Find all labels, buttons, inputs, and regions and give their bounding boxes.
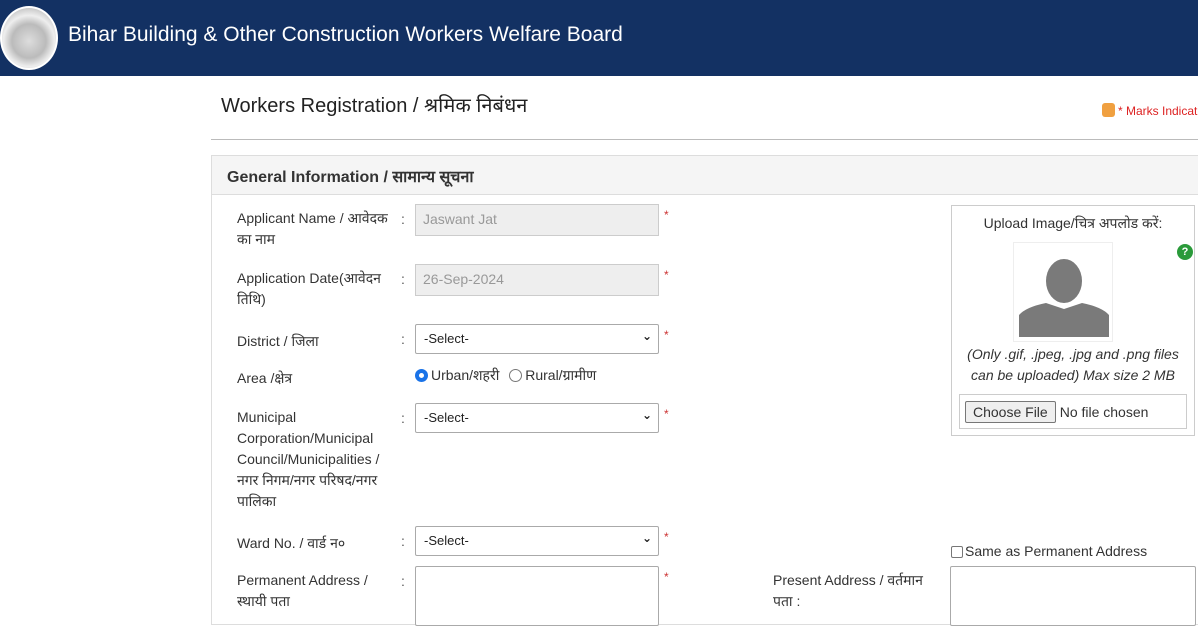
- required-marker: *: [664, 407, 669, 421]
- rural-radio[interactable]: [509, 369, 523, 382]
- upload-image-box: Upload Image/चित्र अपलोड करें: ? (Only .…: [951, 205, 1195, 436]
- municipal-label: Municipal Corporation/Municipal Council/…: [237, 409, 380, 509]
- upload-title: Upload Image/चित्र अपलोड करें:: [983, 215, 1163, 231]
- required-marker: *: [664, 208, 669, 222]
- colon: :: [401, 211, 405, 227]
- area-label: Area /क्षेत्र: [237, 370, 293, 386]
- file-input[interactable]: Choose File No file chosen: [959, 394, 1187, 429]
- chevron-down-icon: ⌄: [641, 329, 652, 343]
- present-address-textarea[interactable]: [950, 566, 1196, 626]
- same-address-label[interactable]: Same as Permanent Address: [965, 543, 1147, 559]
- municipal-value: -Select-: [424, 410, 469, 425]
- help-icon[interactable]: ?: [1177, 244, 1193, 260]
- medal-icon: [1102, 103, 1115, 117]
- colon: :: [401, 271, 405, 287]
- required-marker: *: [664, 570, 669, 584]
- urban-radio[interactable]: [415, 369, 428, 382]
- page-title: Workers Registration / श्रमिक निबंधन: [221, 95, 528, 117]
- application-date-label: Application Date(आवेदन तिथि): [237, 270, 381, 307]
- required-note: * Marks Indicat: [1102, 103, 1197, 118]
- colon: :: [401, 410, 405, 426]
- rural-label[interactable]: Rural/ग्रामीण: [525, 367, 596, 383]
- applicant-name-input[interactable]: Jaswant Jat: [415, 204, 659, 236]
- person-silhouette-icon: [1019, 259, 1109, 337]
- colon: :: [401, 533, 405, 549]
- file-status: No file chosen: [1059, 404, 1149, 420]
- required-marker: *: [664, 328, 669, 342]
- ward-select[interactable]: -Select- ⌄: [415, 526, 659, 556]
- area-radio-group: Urban/शहरी Rural/ग्रामीण: [415, 366, 596, 385]
- upload-note: (Only .gif, .jpeg, .jpg and .png files c…: [967, 346, 1179, 383]
- present-address-label: Present Address / वर्तमान पता :: [773, 572, 923, 609]
- required-marker: *: [664, 268, 669, 282]
- site-title: Bihar Building & Other Construction Work…: [68, 23, 623, 46]
- permanent-address-label: Permanent Address / स्थायी पता: [237, 572, 368, 609]
- ward-label: Ward No. / वार्ड न०: [237, 535, 346, 551]
- same-address-option[interactable]: Same as Permanent Address: [951, 543, 1147, 559]
- required-marker: *: [664, 530, 669, 544]
- district-select[interactable]: -Select- ⌄: [415, 324, 659, 354]
- chevron-down-icon: ⌄: [641, 531, 652, 545]
- avatar-placeholder: [1013, 242, 1113, 342]
- application-date-input[interactable]: 26-Sep-2024: [415, 264, 659, 296]
- urban-label[interactable]: Urban/शहरी: [431, 367, 499, 383]
- section-title: General Information / सामान्य सूचना: [212, 156, 1198, 195]
- choose-file-button[interactable]: Choose File: [965, 401, 1056, 423]
- permanent-address-textarea[interactable]: [415, 566, 659, 626]
- municipal-select[interactable]: -Select- ⌄: [415, 403, 659, 433]
- colon: :: [401, 573, 405, 589]
- district-label: District / जिला: [237, 333, 319, 349]
- same-address-checkbox[interactable]: [951, 546, 963, 558]
- applicant-name-label: Applicant Name / आवेदक का नाम: [237, 210, 388, 247]
- district-value: -Select-: [424, 331, 469, 346]
- site-header: Bihar Building & Other Construction Work…: [0, 0, 1198, 76]
- board-logo: [0, 6, 58, 70]
- chevron-down-icon: ⌄: [641, 408, 652, 422]
- colon: :: [401, 331, 405, 347]
- divider: [211, 139, 1198, 140]
- ward-value: -Select-: [424, 533, 469, 548]
- required-note-text: * Marks Indicat: [1118, 104, 1198, 118]
